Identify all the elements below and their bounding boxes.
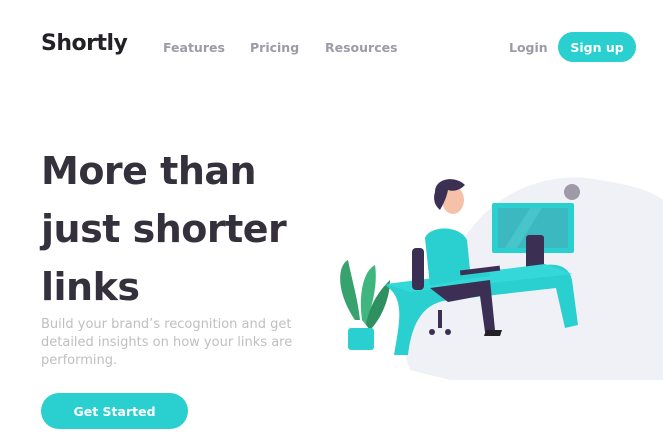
signup-button[interactable]: Sign up — [558, 32, 636, 62]
logo[interactable]: Shortly — [41, 31, 128, 56]
nav-link-pricing[interactable]: Pricing — [250, 40, 299, 55]
plant-leaf — [340, 260, 360, 320]
hero-headline: More than just shorter links — [41, 142, 341, 316]
chair — [412, 248, 424, 290]
headline-line: just shorter — [41, 207, 287, 251]
wall-lamp — [564, 184, 580, 200]
hero-subtext: Build your brand’s recognition and get d… — [41, 317, 293, 368]
nav-link-features[interactable]: Features — [163, 40, 225, 55]
login-link[interactable]: Login — [509, 40, 548, 55]
person-working-illustration — [340, 177, 663, 380]
headline-line: links — [41, 265, 140, 309]
headline-line: More than — [41, 149, 257, 193]
get-started-button[interactable]: Get Started — [41, 393, 188, 429]
nav-link-resources[interactable]: Resources — [325, 40, 398, 55]
plant-pot — [348, 328, 374, 350]
